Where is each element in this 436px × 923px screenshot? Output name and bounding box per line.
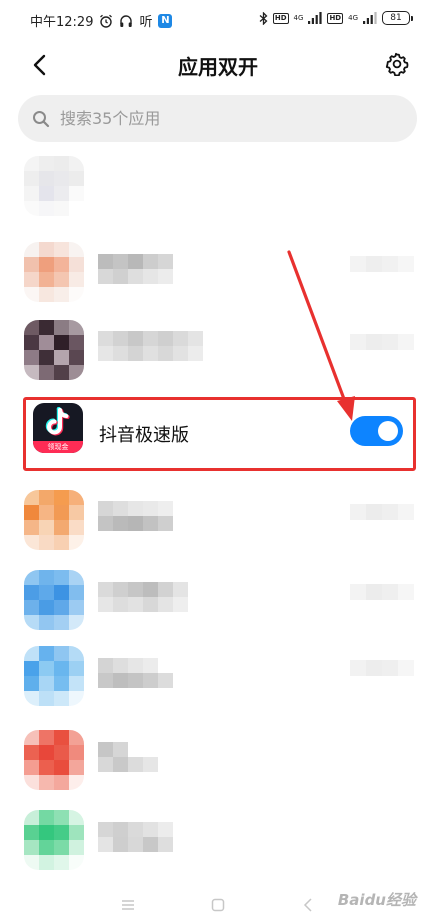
app-icon-obscured — [24, 242, 84, 302]
home-square-icon — [211, 898, 225, 912]
page-title: 应用双开 — [178, 55, 258, 79]
app-name-obscured-2 — [98, 597, 188, 612]
network-label-2: 4G — [348, 14, 358, 22]
battery-indicator: 81 — [382, 11, 413, 25]
hd-badge-2: HD — [327, 12, 344, 24]
toggle-obscured[interactable] — [350, 334, 414, 350]
alarm-icon — [100, 14, 113, 28]
app-icon-obscured — [24, 810, 84, 870]
app-icon-obscured — [24, 646, 84, 706]
header: 应用双开 — [0, 40, 436, 88]
back-chevron-icon — [303, 898, 312, 912]
app-name-obscured — [98, 658, 158, 673]
app-row-obscured-2[interactable] — [0, 236, 436, 308]
toggle-obscured[interactable] — [350, 504, 414, 520]
app-row-obscured-8[interactable] — [0, 724, 436, 796]
app-icon-obscured — [24, 490, 84, 550]
recents-button[interactable] — [116, 893, 140, 917]
app-row-obscured-9[interactable] — [0, 804, 436, 876]
gear-icon — [385, 52, 409, 76]
headphone-icon — [120, 14, 133, 27]
app-name-obscured — [98, 331, 203, 346]
audio-app-label: 听 — [139, 15, 153, 30]
notification-icon: N — [158, 13, 173, 28]
toggle-obscured[interactable] — [350, 660, 414, 676]
app-icon-obscured — [24, 320, 84, 380]
search-box[interactable] — [18, 95, 417, 142]
status-bar: 中午12:29 听 N HD 4G HD 4G 81 — [0, 0, 436, 38]
system-nav-bar: Baidu经验 — [0, 887, 436, 923]
app-icon-obscured — [24, 156, 84, 216]
app-name-obscured-2 — [98, 837, 173, 852]
toggle-obscured[interactable] — [350, 256, 414, 272]
status-left: 中午12:29 听 N — [30, 11, 173, 30]
app-name-obscured-2 — [98, 516, 173, 531]
app-name-obscured — [98, 822, 173, 837]
status-time: 中午12:29 — [30, 15, 94, 30]
app-name-obscured — [98, 582, 188, 597]
menu-icon — [122, 900, 134, 910]
network-label-1: 4G — [293, 14, 304, 22]
app-name-obscured-2 — [98, 346, 203, 361]
app-name-obscured-2 — [98, 673, 173, 688]
app-row-obscured-5[interactable] — [0, 484, 436, 556]
app-icon-obscured — [24, 570, 84, 630]
app-name-obscured — [98, 742, 128, 757]
toggle-obscured[interactable] — [350, 584, 414, 600]
app-name-obscured — [98, 254, 173, 269]
search-icon — [33, 110, 50, 127]
settings-button[interactable] — [382, 49, 412, 79]
search-input[interactable] — [60, 109, 380, 128]
app-name-obscured — [98, 501, 173, 516]
bluetooth-icon — [259, 11, 268, 25]
app-name-obscured-2 — [98, 757, 158, 772]
app-row-obscured-7[interactable] — [0, 640, 436, 712]
system-back-button[interactable] — [296, 893, 320, 917]
signal-icon-2 — [363, 12, 377, 24]
app-row-obscured-6[interactable] — [0, 564, 436, 636]
baidu-watermark: Baidu经验 — [337, 891, 416, 909]
signal-icon-1 — [308, 12, 323, 24]
app-row-obscured-3[interactable] — [0, 314, 436, 386]
status-right: HD 4G HD 4G 81 — [259, 11, 413, 25]
hd-badge-1: HD — [272, 12, 289, 24]
app-row-obscured-1[interactable] — [0, 150, 436, 222]
app-name-obscured-2 — [98, 269, 173, 284]
app-icon-obscured — [24, 730, 84, 790]
highlight-annotation-box — [23, 397, 416, 471]
home-button[interactable] — [206, 893, 230, 917]
